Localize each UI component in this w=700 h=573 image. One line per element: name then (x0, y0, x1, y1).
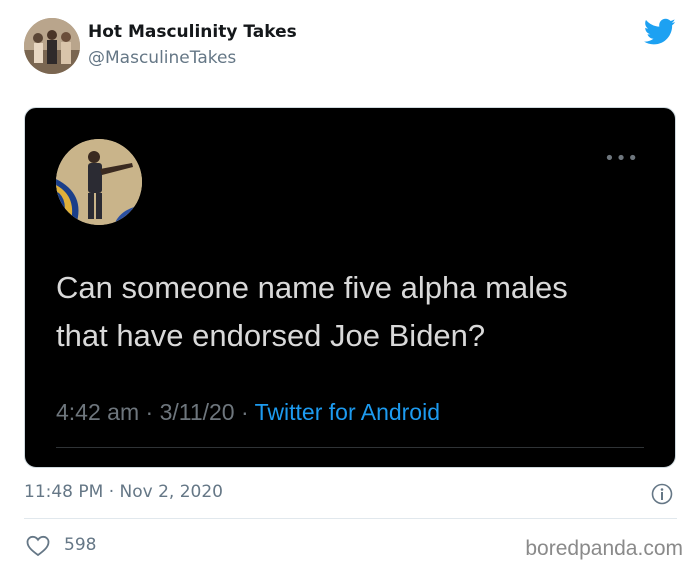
embedded-tweet-meta: 4:42 am · 3/11/20 · Twitter for Android (56, 399, 440, 426)
account-avatar[interactable] (24, 18, 80, 74)
more-dots-icon[interactable]: ••• (604, 150, 639, 168)
heart-icon[interactable] (25, 535, 51, 557)
account-handle[interactable]: @MasculineTakes (88, 48, 236, 68)
like-count[interactable]: 598 (64, 535, 96, 555)
tweet-header: Hot Masculinity Takes @MasculineTakes (0, 0, 700, 90)
account-display-name[interactable]: Hot Masculinity Takes (88, 22, 297, 42)
embedded-tweet-time: 4:42 am (56, 399, 140, 425)
embedded-tweet-date: 3/11/20 (159, 399, 235, 425)
meta-separator: · (145, 399, 154, 425)
embedded-tweet-divider (56, 447, 644, 448)
embedded-tweet-avatar (56, 139, 142, 225)
twitter-bird-icon[interactable] (644, 18, 676, 46)
tweet-timestamp[interactable]: 11:48 PM · Nov 2, 2020 (24, 482, 223, 502)
embedded-tweet-text-line-2: that have endorsed Joe Biden? (56, 318, 486, 353)
info-icon[interactable] (651, 483, 673, 505)
embedded-tweet-text-line-1: Can someone name five alpha males (56, 270, 568, 305)
embedded-tweet-text: Can someone name five alpha males that h… (56, 264, 656, 360)
meta-separator: · (240, 399, 249, 425)
watermark: boredpanda.com (525, 537, 683, 560)
embedded-tweet-screenshot[interactable]: ••• Can someone name five alpha males th… (24, 107, 676, 468)
embedded-tweet-source-link[interactable]: Twitter for Android (255, 399, 440, 425)
tweet-divider (24, 518, 677, 519)
